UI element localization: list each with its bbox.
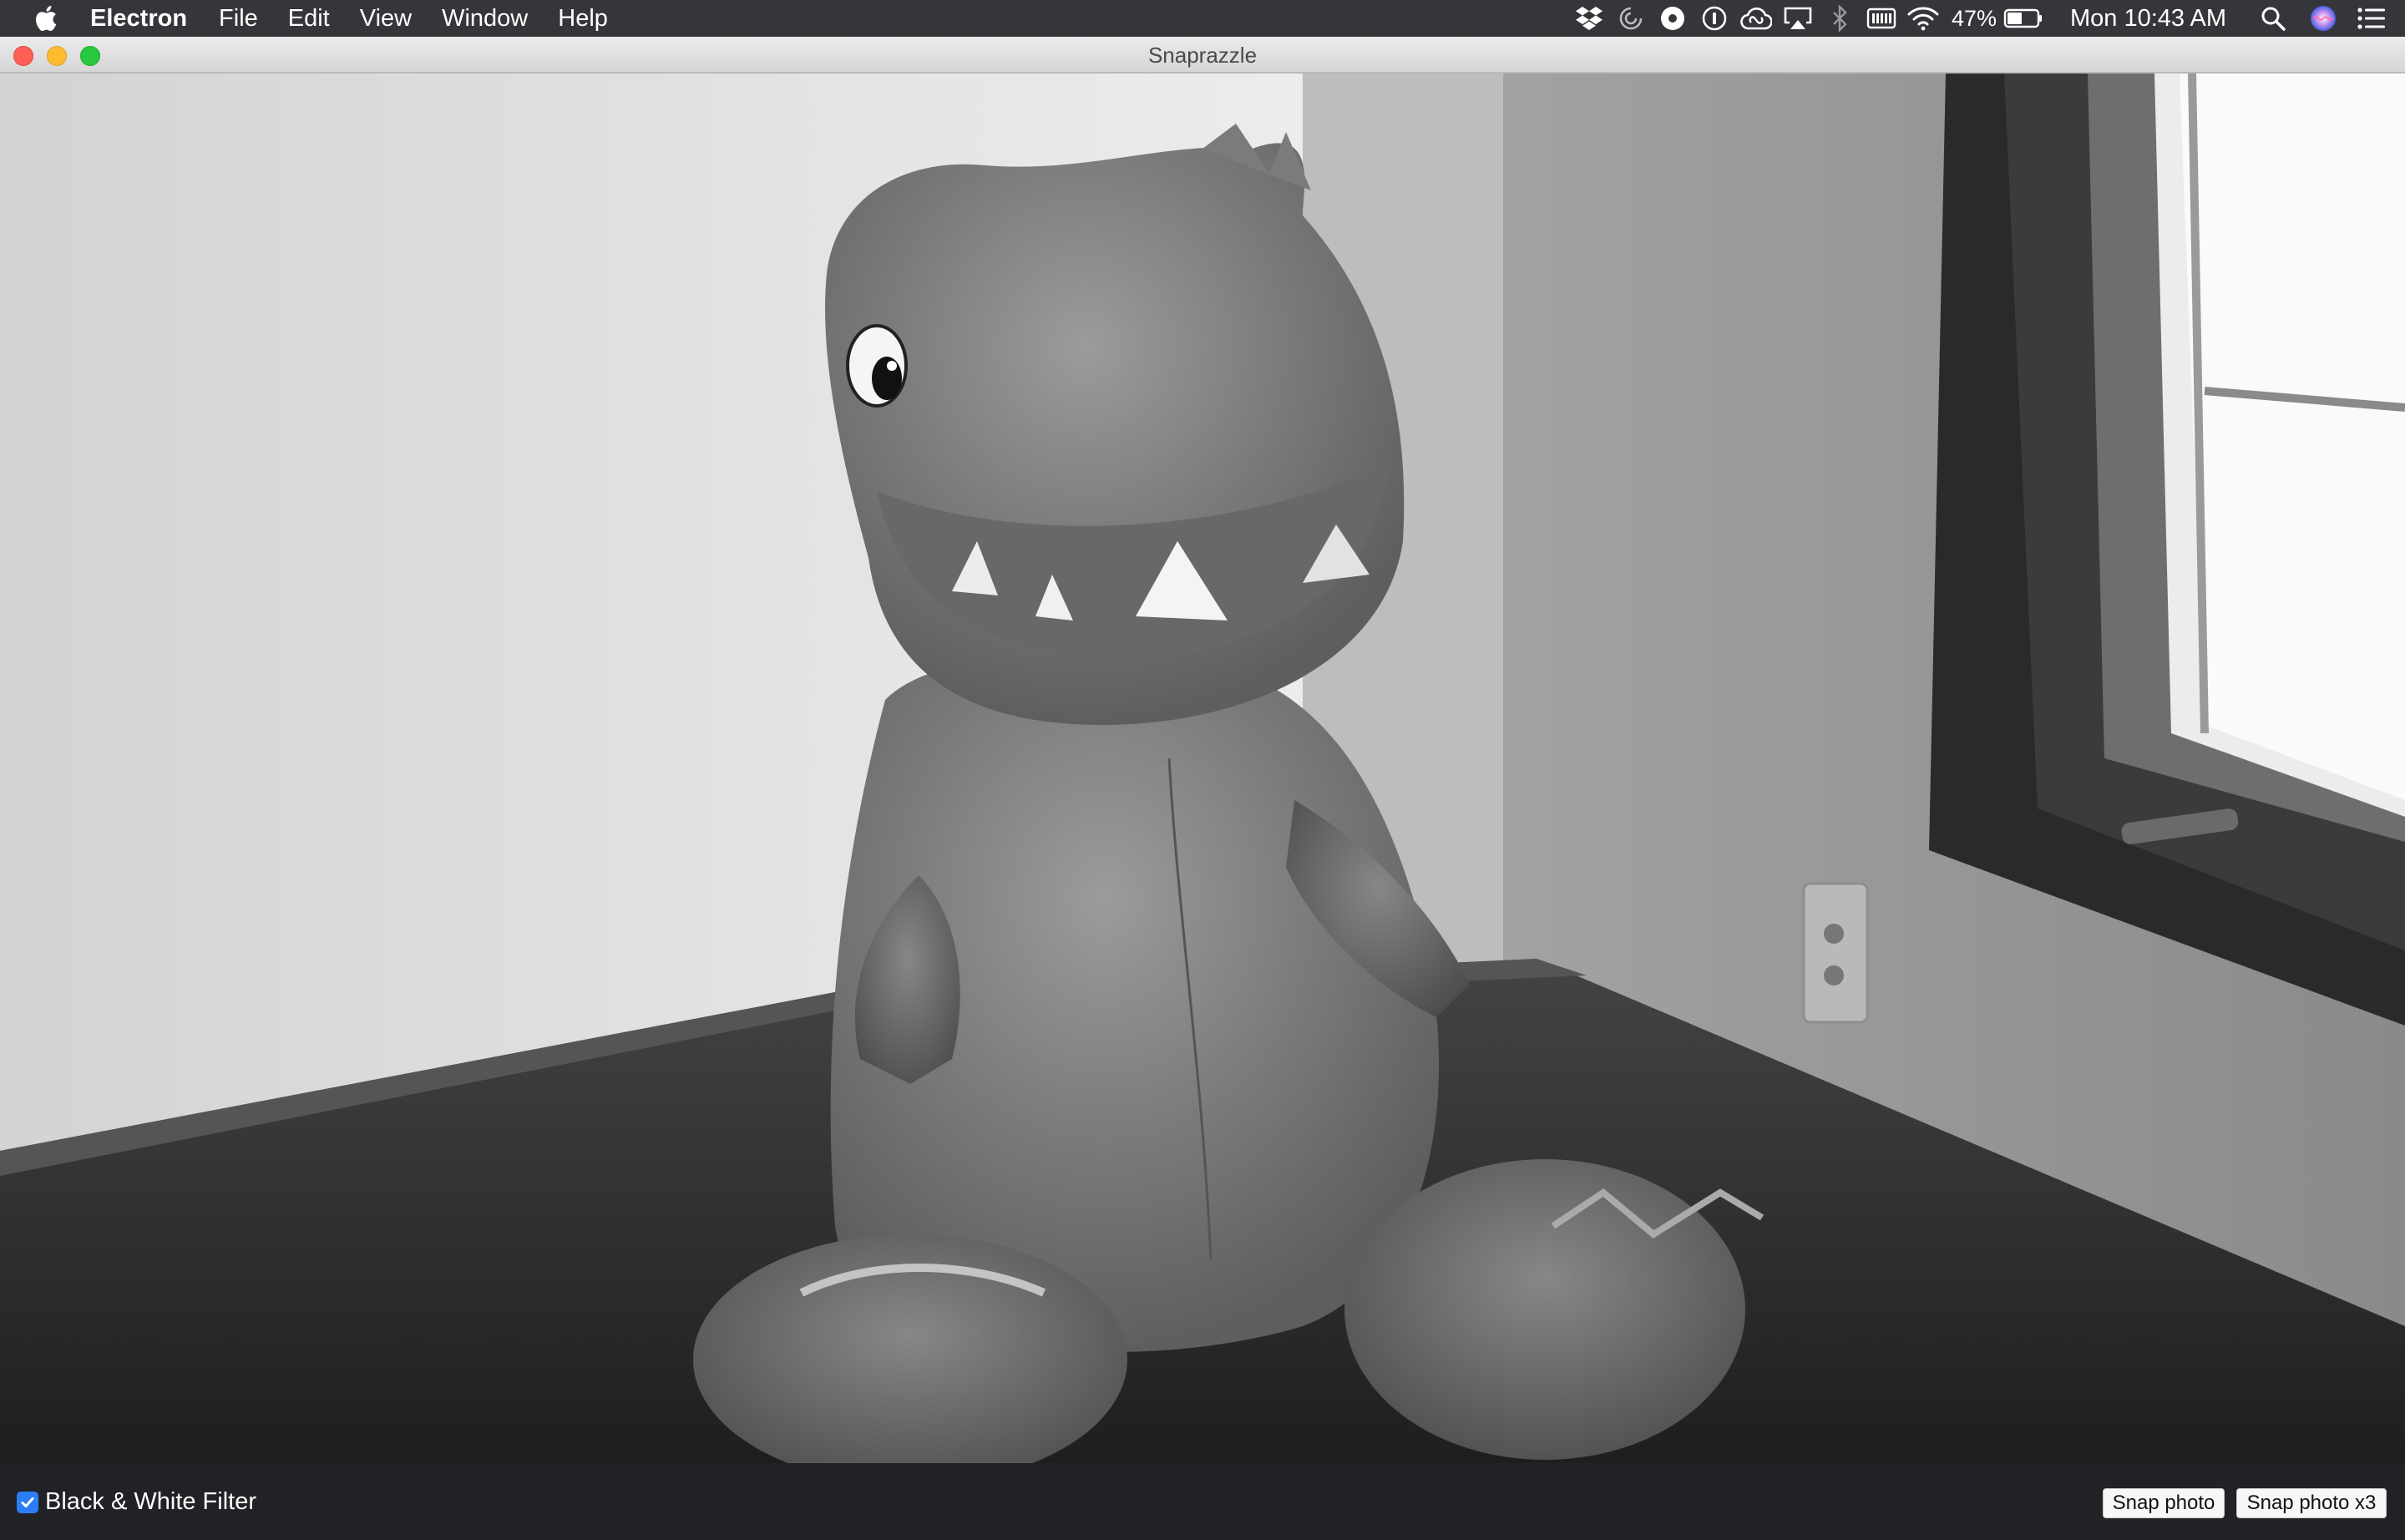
camera-controls-bar: Black & White Filter Snap photo Snap pho… [0, 1463, 2405, 1540]
keyboard-icon[interactable] [1865, 0, 1898, 37]
window-title: Snaprazzle [1147, 43, 1258, 68]
airplay-icon[interactable] [1781, 0, 1815, 37]
snap-photo-x3-button[interactable]: Snap photo x3 [2236, 1488, 2387, 1518]
search-icon[interactable] [2256, 0, 2290, 37]
menu-help[interactable]: Help [558, 0, 608, 37]
camera-frame-image [0, 73, 2405, 1463]
bluetooth-icon[interactable] [1823, 0, 1856, 37]
snap-photo-button[interactable]: Snap photo [2103, 1488, 2225, 1518]
menu-view[interactable]: View [360, 0, 412, 37]
window-titlebar[interactable]: Snaprazzle [0, 37, 2405, 73]
siri-icon[interactable] [2306, 0, 2340, 37]
black-white-filter-toggle[interactable]: Black & White Filter [17, 1488, 256, 1516]
camera-preview [0, 73, 2405, 1463]
checkmark-icon [21, 1497, 34, 1507]
menu-bar-clock[interactable]: Mon 10:43 AM [2070, 5, 2226, 33]
black-white-filter-label: Black & White Filter [45, 1488, 256, 1515]
disc-icon[interactable] [1656, 0, 1689, 37]
sync-icon[interactable] [1614, 0, 1648, 37]
black-white-filter-checkbox[interactable] [17, 1491, 38, 1513]
menu-edit[interactable]: Edit [288, 0, 330, 37]
wifi-icon[interactable] [1906, 0, 1940, 37]
menu-bar-tray: 47% Mon 10:43 AM [1564, 0, 2405, 37]
dropbox-icon[interactable] [1572, 0, 1606, 37]
menu-file[interactable]: File [219, 0, 258, 37]
app-window: Snaprazzle Black & White Filter Snap pho… [0, 37, 2405, 1540]
password-icon[interactable] [1698, 0, 1731, 37]
menu-bar: Electron File Edit View Window Help 47% … [0, 0, 2405, 37]
battery-percent: 47% [1951, 5, 1997, 31]
battery-icon[interactable] [2002, 0, 2045, 37]
menu-app-name[interactable]: Electron [90, 0, 187, 37]
menu-bar-left: Electron File Edit View Window Help [0, 0, 638, 37]
creative-cloud-icon[interactable] [1739, 0, 1773, 37]
apple-menu-icon[interactable] [33, 4, 58, 33]
notification-list-icon[interactable] [2355, 0, 2388, 37]
menu-window[interactable]: Window [442, 0, 528, 37]
